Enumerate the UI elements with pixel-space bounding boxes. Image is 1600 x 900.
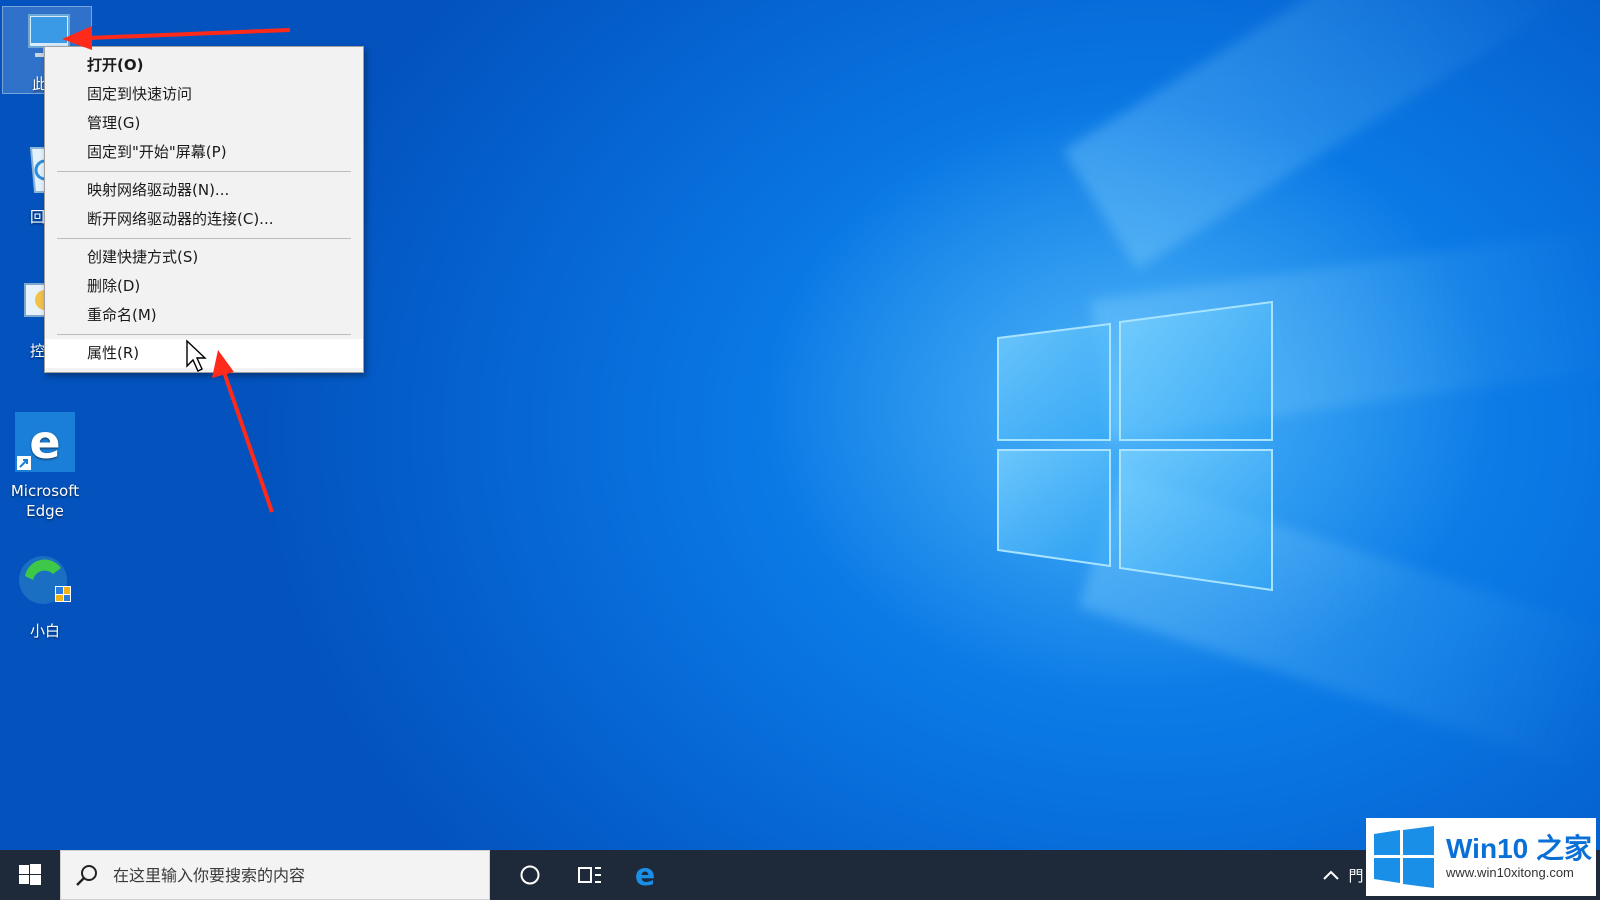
show-hidden-icons-button[interactable] — [1316, 850, 1346, 900]
menu-separator — [57, 238, 351, 239]
search-input[interactable] — [111, 864, 475, 886]
annotation-arrow-bottom — [212, 350, 274, 513]
menu-item-properties[interactable]: 属性(R) — [45, 339, 363, 368]
chevron-up-icon — [1323, 870, 1339, 880]
desktop-icon-xiaobai[interactable]: 小白 — [0, 552, 90, 641]
light-ray — [1062, 0, 1579, 270]
watermark-title: Win10 之家 — [1446, 833, 1592, 864]
win10-logo-icon — [1374, 826, 1434, 888]
edge-icon: e — [15, 412, 75, 472]
menu-item-manage[interactable]: 管理(G) — [45, 109, 363, 138]
desktop-icon-edge[interactable]: e Microsoft Edge — [0, 412, 90, 521]
menu-item-create-shortcut[interactable]: 创建快捷方式(S) — [45, 243, 363, 272]
cortana-button[interactable] — [500, 850, 560, 900]
menu-item-map-network-drive[interactable]: 映射网络驱动器(N)... — [45, 176, 363, 205]
taskbar-search-box[interactable] — [60, 850, 490, 900]
task-view-button[interactable] — [560, 850, 620, 900]
menu-item-rename[interactable]: 重命名(M) — [45, 301, 363, 330]
svg-text:e: e — [635, 860, 655, 890]
menu-separator — [57, 171, 351, 172]
watermark-url: www.win10xitong.com — [1446, 865, 1574, 880]
menu-item-delete[interactable]: 删除(D) — [45, 272, 363, 301]
tray-partial-text: 門 — [1348, 866, 1364, 885]
taskbar: e 門 — [0, 850, 1600, 900]
start-button[interactable] — [0, 850, 60, 900]
menu-item-pin-quick-access[interactable]: 固定到快速访问 — [45, 80, 363, 109]
windows-logo — [997, 300, 1273, 592]
watermark: Win10 之家 www.win10xitong.com — [1366, 818, 1596, 896]
menu-separator — [57, 334, 351, 335]
cortana-circle-icon — [520, 865, 540, 885]
desktop-icon-label: Microsoft Edge — [10, 482, 80, 520]
edge-icon: e — [635, 860, 655, 890]
windows-start-icon — [19, 864, 41, 885]
context-menu: 打开(O) 固定到快速访问 管理(G) 固定到"开始"屏幕(P) 映射网络驱动器… — [44, 46, 364, 373]
desktop-icon-label: 小白 — [29, 622, 60, 640]
menu-item-disconnect-network-drive[interactable]: 断开网络驱动器的连接(C)... — [45, 205, 363, 234]
taskbar-edge-button[interactable]: e — [615, 850, 675, 900]
menu-item-open[interactable]: 打开(O) — [45, 51, 363, 80]
task-view-icon — [578, 867, 601, 883]
svg-text:e: e — [29, 415, 60, 469]
search-icon — [76, 865, 97, 886]
menu-item-pin-start[interactable]: 固定到"开始"屏幕(P) — [45, 138, 363, 167]
xiaobai-icon — [19, 556, 71, 604]
desktop-background: 此电 回收 控制 e Microsoft Edge — [0, 0, 1600, 900]
